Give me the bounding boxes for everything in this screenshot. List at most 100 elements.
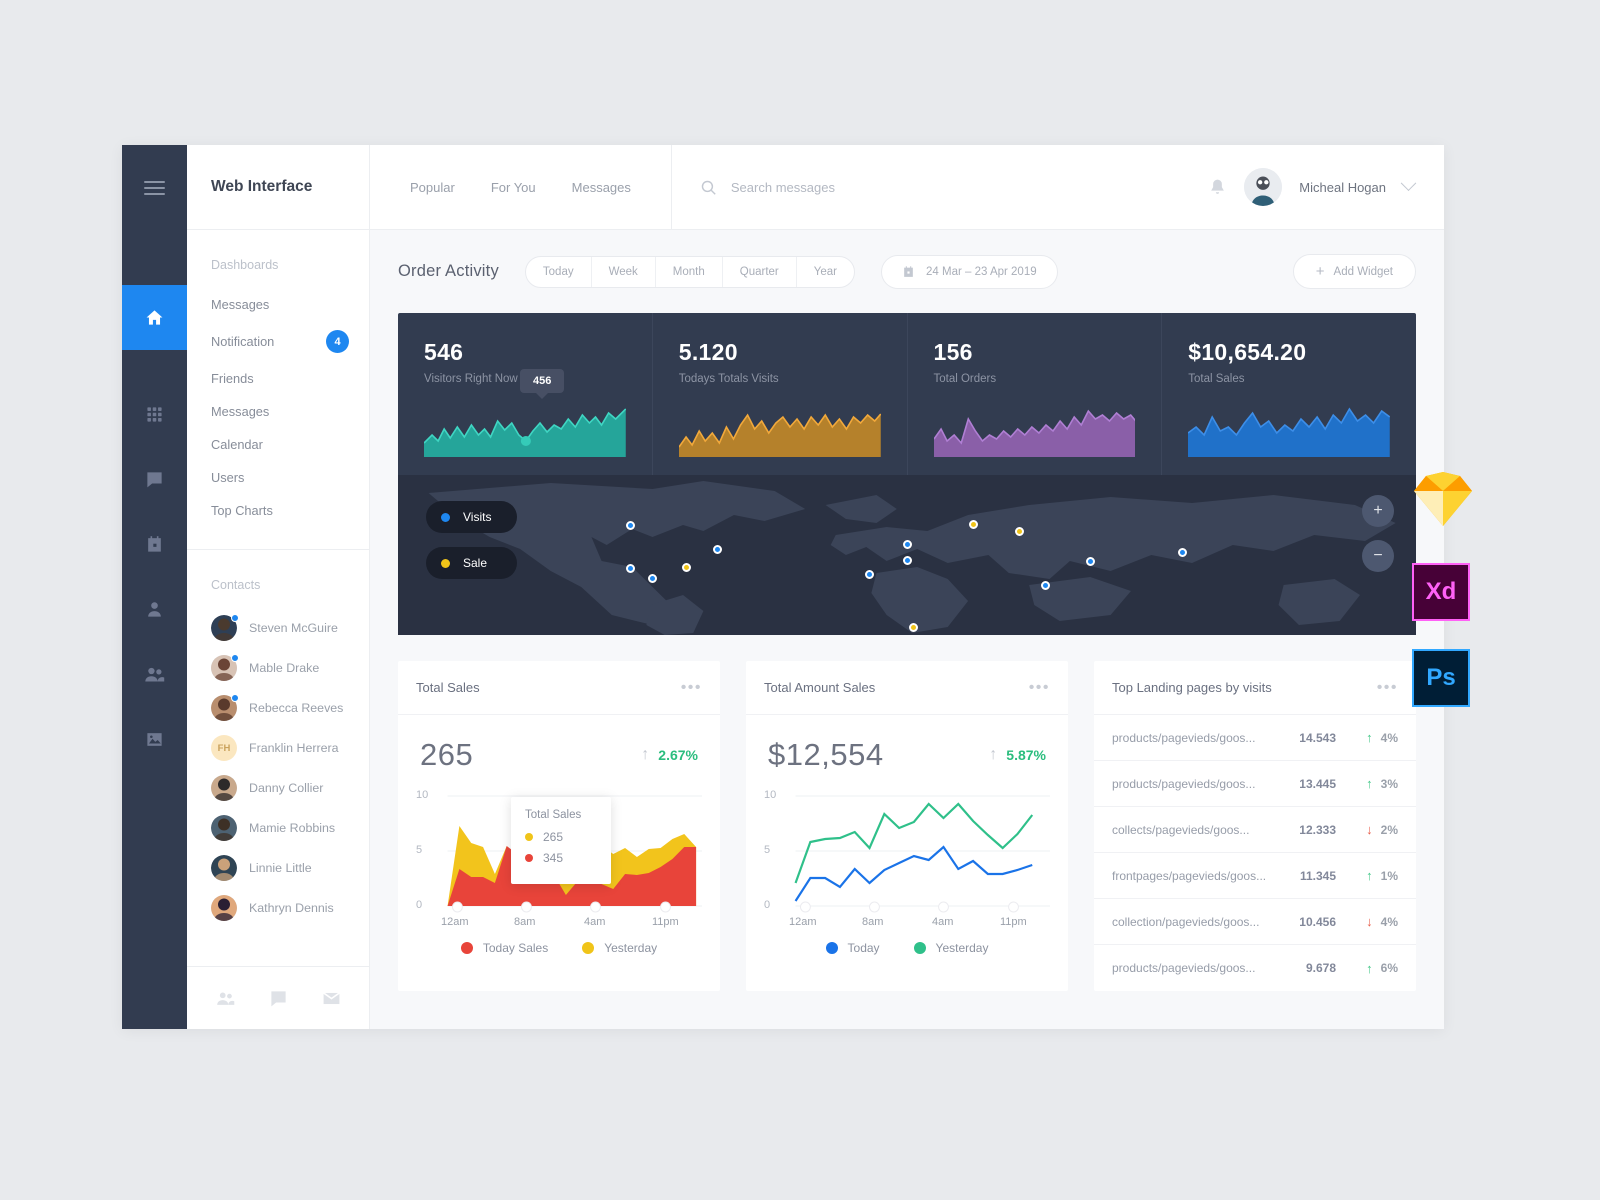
order-activity-toolbar: Order Activity Today Week Month Quarter … (370, 230, 1444, 313)
map-point-visits[interactable] (902, 540, 912, 549)
kpi-delta-value: 2.67% (658, 747, 698, 763)
sidebar-item-messages-2[interactable]: Messages (187, 395, 369, 428)
zoom-out-button[interactable]: − (1362, 540, 1394, 572)
avatar (211, 614, 239, 641)
map-point-sale[interactable] (1014, 527, 1024, 536)
add-widget-button[interactable]: + Add Widget (1292, 254, 1416, 289)
bell-icon[interactable] (1208, 178, 1227, 197)
map-point-visits[interactable] (626, 521, 636, 530)
sidebar-item-friends[interactable]: Friends (187, 362, 369, 395)
sidebar-item-calendar[interactable]: Calendar (187, 428, 369, 461)
stat-value: 156 (933, 339, 973, 365)
table-row[interactable]: products/pagevieds/goos... 13.445 ↑ 3% (1094, 761, 1416, 807)
table-row[interactable]: collects/pagevieds/goos... 12.333 ↓ 2% (1094, 807, 1416, 853)
x-tick-11pm: 11pm (652, 916, 679, 928)
avatar-image (211, 815, 237, 841)
landing-page-url: products/pagevieds/goos... (1112, 730, 1256, 745)
sidebar-item-users[interactable]: Users (187, 461, 369, 494)
rail-item-media[interactable] (122, 707, 187, 772)
contact-item[interactable]: Linnie Little (187, 848, 369, 888)
contact-item[interactable]: Mable Drake (187, 648, 369, 688)
range-month[interactable]: Month (656, 256, 723, 287)
tooltip-row: 345 (525, 851, 597, 865)
legend-sale[interactable]: Sale (426, 547, 518, 579)
more-dots-icon[interactable]: ••• (1377, 679, 1398, 696)
landing-page-url: collection/pagevieds/goos... (1112, 914, 1260, 929)
y-tick-5: 5 (416, 844, 423, 856)
avatar[interactable] (1244, 168, 1283, 206)
more-dots-icon[interactable]: ••• (1029, 679, 1050, 696)
card-title: Total Sales (416, 680, 480, 695)
table-row[interactable]: products/pagevieds/goos... 9.678 ↑ 6% (1094, 945, 1416, 991)
online-status-dot (231, 614, 239, 622)
tab-for-you[interactable]: For You (491, 180, 536, 195)
users-icon (145, 667, 165, 682)
contact-item[interactable]: Mamie Robbins (187, 808, 369, 848)
sidebar-item-notification[interactable]: Notification 4 (187, 321, 369, 362)
search-input[interactable] (730, 179, 1031, 195)
sidebar-item-top-charts[interactable]: Top Charts (187, 494, 369, 527)
more-dots-icon[interactable]: ••• (681, 679, 702, 696)
bottom-cards: Total Sales ••• 265 ↑ 2.67% 10 5 0 12am … (370, 635, 1444, 991)
map-point-visits[interactable] (1177, 548, 1187, 557)
contact-item[interactable]: Steven McGuire (187, 608, 369, 648)
range-week[interactable]: Week (592, 256, 656, 287)
legend-label: Today Sales (482, 941, 549, 955)
landing-page-visits: 11.345 (1299, 868, 1336, 883)
zoom-in-button[interactable]: + (1362, 495, 1394, 527)
contact-item[interactable]: Kathryn Dennis (187, 888, 369, 928)
legend-today-sales[interactable]: Today Sales (460, 941, 549, 955)
map-point-visits[interactable] (626, 564, 636, 573)
table-row[interactable]: products/pagevieds/goos... 14.543 ↑ 4% (1094, 715, 1416, 761)
chat-icon[interactable] (269, 989, 288, 1008)
arrow-down-icon: ↓ (1366, 822, 1373, 837)
y-tick-10: 10 (416, 789, 429, 801)
date-range-picker[interactable]: 24 Mar – 23 Apr 2019 (881, 254, 1058, 289)
avatar-image (211, 855, 237, 881)
map-point-sale[interactable] (909, 623, 919, 632)
rail-item-messages[interactable] (122, 447, 187, 512)
chart-tooltip: Total Sales 265 345 (511, 797, 611, 884)
users-icon[interactable] (216, 989, 235, 1008)
range-today[interactable]: Today (526, 256, 592, 287)
rail-item-apps[interactable] (122, 382, 187, 447)
contact-item[interactable]: Rebecca Reeves (187, 688, 369, 728)
world-map[interactable]: Visits Sale + − (398, 475, 1416, 635)
table-row[interactable]: frontpages/pagevieds/goos... 11.345 ↑ 1% (1094, 853, 1416, 899)
legend-visits[interactable]: Visits (426, 501, 518, 533)
legend-yesterday[interactable]: Yesterday (913, 941, 988, 955)
tab-popular[interactable]: Popular (410, 180, 455, 195)
legend-today[interactable]: Today (825, 941, 880, 955)
rail-item-calendar[interactable] (122, 512, 187, 577)
arrow-down-icon: ↓ (1366, 914, 1373, 929)
contact-name: Franklin Herrera (249, 741, 339, 755)
stat-value: 5.120 (678, 339, 738, 365)
hamburger-icon (144, 177, 165, 199)
sidebar: Web Interface Dashboards Messages Notifi… (187, 145, 370, 1029)
mail-icon[interactable] (322, 989, 341, 1008)
legend-yesterday[interactable]: Yesterday (582, 941, 657, 955)
legend-dot-icon (825, 942, 838, 954)
landing-page-url: products/pagevieds/goos... (1112, 961, 1256, 975)
kpi-row: 265 ↑ 2.67% (416, 731, 702, 775)
card-total-sales: Total Sales ••• 265 ↑ 2.67% 10 5 0 12am … (398, 661, 720, 991)
map-point-visits[interactable] (902, 556, 912, 565)
landing-page-visits: 13.445 (1299, 776, 1336, 791)
rail-item-profile[interactable] (122, 577, 187, 642)
legend-dot-icon (582, 942, 595, 954)
contact-item[interactable]: FH Franklin Herrera (187, 728, 369, 768)
chevron-down-icon[interactable] (1400, 174, 1417, 191)
map-point-visits[interactable] (712, 545, 722, 554)
range-quarter[interactable]: Quarter (723, 256, 797, 287)
map-point-sale[interactable] (682, 563, 692, 572)
contact-item[interactable]: Danny Collier (187, 768, 369, 808)
rail-item-home[interactable] (122, 285, 187, 350)
table-row[interactable]: collection/pagevieds/goos... 10.456 ↓ 4% (1094, 899, 1416, 945)
add-widget-label: Add Widget (1333, 265, 1393, 278)
hamburger-button[interactable] (122, 145, 187, 230)
map-zoom-controls: + − (1362, 495, 1394, 585)
rail-item-contacts[interactable] (122, 642, 187, 707)
range-year[interactable]: Year (797, 257, 854, 287)
tab-messages[interactable]: Messages (572, 180, 631, 195)
sidebar-item-messages[interactable]: Messages (187, 288, 369, 321)
